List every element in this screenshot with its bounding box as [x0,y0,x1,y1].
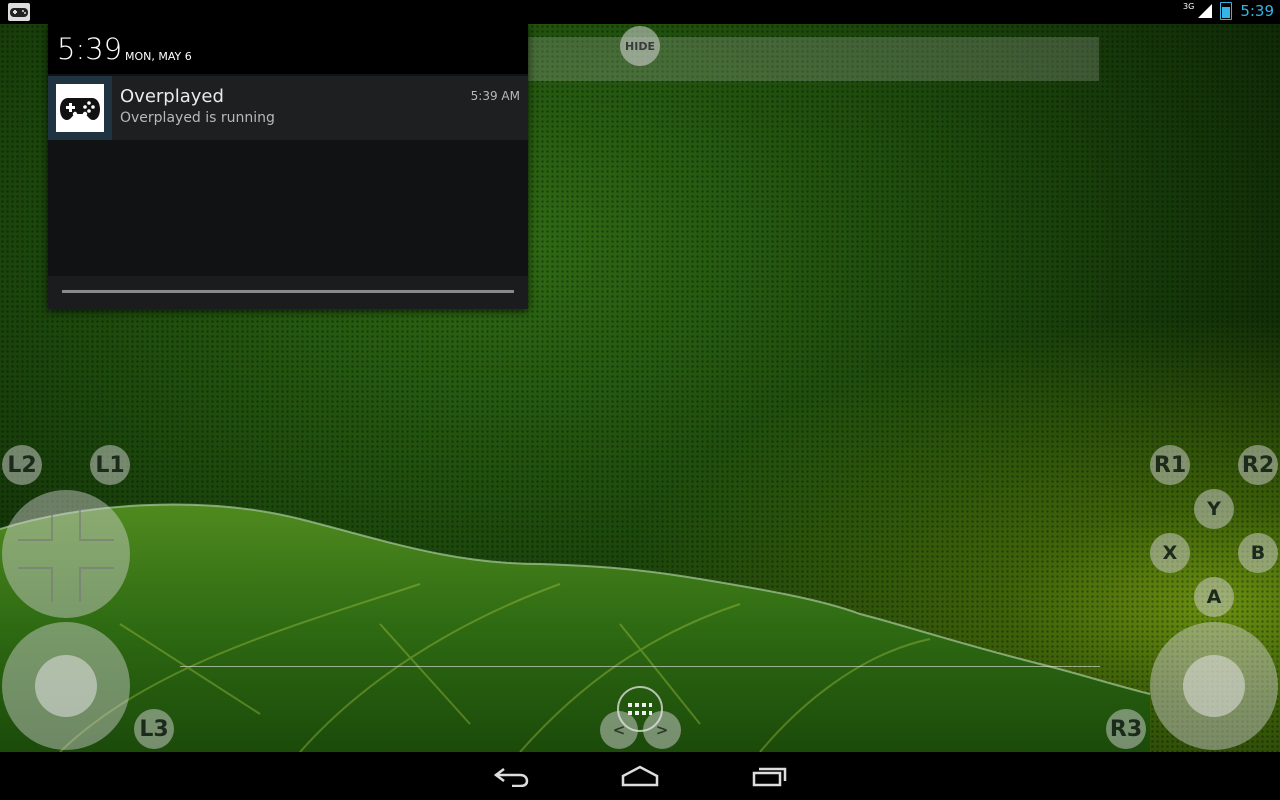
gamepad-icon [8,3,30,21]
r2-button[interactable]: R2 [1238,445,1278,485]
notification-title: Overplayed [120,86,224,107]
r3-button[interactable]: R3 [1106,709,1146,749]
left-stick[interactable] [2,622,130,750]
home-button[interactable] [610,760,670,792]
r1-button[interactable]: R1 [1150,445,1190,485]
status-clock: 5:39 [1240,2,1274,20]
status-bar: 3G 5:39 [0,0,1280,24]
navigation-bar [0,752,1280,800]
grid-icon [628,703,652,715]
notification-shade: 5:39 MON, MAY 6 Overplayed Overplayed is [48,24,528,309]
notification-text: Overplayed is running [120,110,275,126]
dpad[interactable] [2,490,130,618]
l1-button[interactable]: L1 [90,445,130,485]
l2-button[interactable]: L2 [2,445,42,485]
signal-icon [1198,4,1213,18]
home-icon [621,765,659,787]
right-stick-knob[interactable] [1183,655,1245,717]
right-stick[interactable] [1150,622,1278,750]
network-type-label: 3G [1183,1,1195,11]
dpad-cross-icon [18,506,114,602]
notification-item[interactable]: Overplayed Overplayed is running 5:39 AM [48,76,528,140]
shade-date: MON, MAY 6 [125,50,192,63]
a-button[interactable]: A [1194,577,1234,617]
x-button[interactable]: X [1150,533,1190,573]
shade-handle-bar [62,290,514,293]
l3-button[interactable]: L3 [134,709,174,749]
notification-time: 5:39 AM [470,89,520,103]
hide-button[interactable]: HIDE [620,26,660,66]
back-icon [494,768,529,787]
shade-time: 5:39 [57,32,123,66]
overlay-menu-button[interactable] [617,686,663,732]
recents-button[interactable] [740,760,800,792]
left-stick-knob[interactable] [35,655,97,717]
back-button[interactable] [482,760,542,792]
recents-icon [752,767,787,787]
shade-header: 5:39 MON, MAY 6 [48,24,528,74]
battery-icon [1220,2,1233,20]
gamepad-icon [60,98,100,120]
overlay-divider [180,666,1100,667]
b-button[interactable]: B [1238,533,1278,573]
notification-icon-box [48,76,112,140]
y-button[interactable]: Y [1194,489,1234,529]
shade-handle[interactable] [48,276,528,309]
overlay-top-bar [528,37,1099,81]
